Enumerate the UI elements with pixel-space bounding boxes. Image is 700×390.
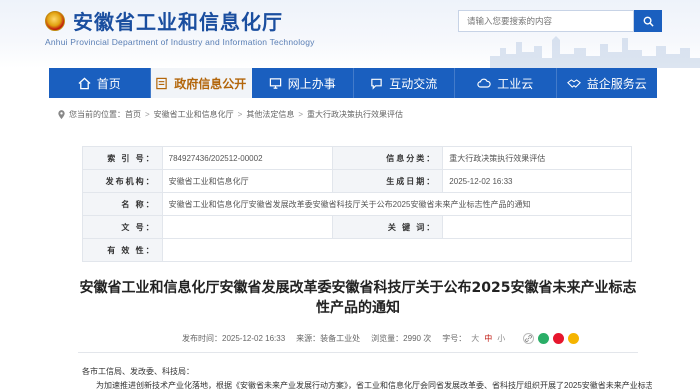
nav-item-label: 工业云 bbox=[497, 76, 534, 91]
monitor-icon bbox=[269, 77, 281, 89]
publisher-value: 安徽省工业和信息化厅 bbox=[161, 169, 334, 193]
search-button[interactable] bbox=[634, 10, 662, 32]
breadcrumb-link-department[interactable]: 安徽省工业和信息化厅 bbox=[154, 109, 234, 120]
validity-label: 有 效 性： bbox=[82, 238, 163, 262]
site-title: 安徽省工业和信息化厅 bbox=[73, 10, 283, 34]
site-subtitle: Anhui Provincial Department of Industry … bbox=[45, 37, 315, 47]
category-label: 信息分类： bbox=[332, 146, 444, 170]
chat-icon bbox=[371, 78, 382, 90]
docno-label: 文 号： bbox=[82, 215, 163, 239]
breadcrumb-separator: > bbox=[298, 110, 304, 119]
nav-item-label: 政府信息公开 bbox=[174, 76, 247, 91]
meta-row: 名 称： 安徽省工业和信息化厅安徽省发展改革委安徽省科技厅关于公布2025安徽省… bbox=[82, 192, 633, 216]
nav-item-online-service[interactable]: 网上办事 bbox=[252, 68, 354, 98]
article-info-bar: 发布时间：2025-12-02 16:33 来源：装备工业处 浏览量：2990 … bbox=[182, 333, 580, 344]
search-icon bbox=[643, 16, 654, 27]
site-brand[interactable]: 安徽省工业和信息化厅 Anhui Provincial Department o… bbox=[45, 6, 315, 47]
meta-row: 有 效 性： bbox=[82, 238, 633, 262]
meta-row: 发布机构： 安徽省工业和信息化厅 生成日期： 2025-12-02 16:33 bbox=[82, 169, 632, 193]
name-value: 安徽省工业和信息化厅安徽省发展改革委安徽省科技厅关于公布2025安徽省未来产业标… bbox=[161, 192, 633, 216]
handshake-icon bbox=[566, 78, 581, 88]
weibo-share-icon[interactable] bbox=[553, 333, 565, 344]
nav-item-enterprise-cloud[interactable]: 益企服务云 bbox=[557, 68, 658, 98]
emblem-icon bbox=[45, 10, 65, 31]
breadcrumb-link-home[interactable]: 首页 bbox=[125, 109, 141, 120]
search-input[interactable] bbox=[459, 11, 633, 31]
nav-item-label: 互动交流 bbox=[389, 76, 438, 91]
nav-item-label: 首页 bbox=[96, 76, 121, 91]
content-divider bbox=[78, 352, 638, 353]
date-label: 生成日期： bbox=[332, 169, 444, 193]
name-label: 名 称： bbox=[82, 192, 163, 216]
home-icon bbox=[78, 77, 91, 89]
index-label: 索 引 号： bbox=[82, 146, 163, 170]
index-value: 784927436/202512-00002 bbox=[161, 146, 334, 170]
location-pin-icon bbox=[58, 109, 65, 119]
publisher-label: 发布机构： bbox=[82, 169, 163, 193]
date-value: 2025-12-02 16:33 bbox=[442, 169, 632, 193]
breadcrumb-link-other-info[interactable]: 其他法定信息 bbox=[246, 109, 294, 120]
wechat-share-icon[interactable] bbox=[538, 333, 550, 344]
recipients-line: 各市工信局、发改委、科技局： bbox=[82, 367, 194, 376]
nav-item-label: 网上办事 bbox=[287, 76, 336, 91]
breadcrumb-prefix: 您当前的位置： bbox=[69, 110, 125, 119]
breadcrumb: 您当前的位置： 首页 > 安徽省工业和信息化厅 > 其他法定信息 > 重大行政决… bbox=[57, 109, 403, 120]
breadcrumb-separator: > bbox=[237, 110, 243, 119]
nav-item-label: 益企服务云 bbox=[586, 76, 647, 91]
category-value: 重大行政决策执行效果评估 bbox=[442, 146, 632, 170]
nav-item-interaction[interactable]: 互动交流 bbox=[354, 68, 455, 98]
main-nav: 首页 政府信息公开 网上办事 互动交流 工业云 益企服务云 bbox=[49, 68, 657, 98]
docno-value bbox=[161, 215, 334, 239]
meta-row: 文 号： 关 键 词： bbox=[82, 215, 632, 239]
cloud-icon bbox=[477, 78, 491, 88]
font-size-large[interactable]: 大 bbox=[471, 333, 479, 344]
font-size-medium[interactable]: 中 bbox=[484, 333, 492, 344]
publish-time: 发布时间：2025-12-02 16:33 bbox=[182, 334, 286, 343]
article-source: 来源：装备工业处 bbox=[296, 334, 361, 343]
breadcrumb-separator: > bbox=[145, 110, 150, 119]
document-meta-table: 索 引 号： 784927436/202512-00002 信息分类： 重大行政… bbox=[82, 146, 633, 262]
keywords-label: 关 键 词： bbox=[332, 215, 444, 239]
qzone-share-icon[interactable] bbox=[568, 333, 580, 344]
search-box[interactable] bbox=[458, 10, 634, 32]
body-paragraph: 为加速推进创新技术产业化落地，根据《安徽省未来产业发展行动方案》，省工业和信息化… bbox=[96, 381, 652, 390]
nav-item-home[interactable]: 首页 bbox=[49, 68, 151, 98]
link-share-icon[interactable] bbox=[523, 333, 535, 344]
article-title: 安徽省工业和信息化厅安徽省发展改革委安徽省科技厅关于公布2025安徽省未来产业标… bbox=[79, 280, 637, 316]
nav-item-industry-cloud[interactable]: 工业云 bbox=[455, 68, 557, 98]
keywords-value bbox=[442, 215, 632, 239]
skyline-decoration-icon bbox=[490, 36, 700, 68]
font-size-small[interactable]: 小 bbox=[497, 333, 505, 344]
nav-item-gov-info[interactable]: 政府信息公开 bbox=[150, 68, 252, 98]
validity-value bbox=[161, 238, 633, 262]
meta-row: 索 引 号： 784927436/202512-00002 信息分类： 重大行政… bbox=[82, 146, 632, 170]
document-icon bbox=[156, 77, 167, 89]
font-size-label: 字号： bbox=[442, 334, 467, 343]
breadcrumb-link-current[interactable]: 重大行政决策执行效果评估 bbox=[307, 109, 403, 120]
view-count: 浏览量：2990 次 bbox=[371, 334, 432, 343]
